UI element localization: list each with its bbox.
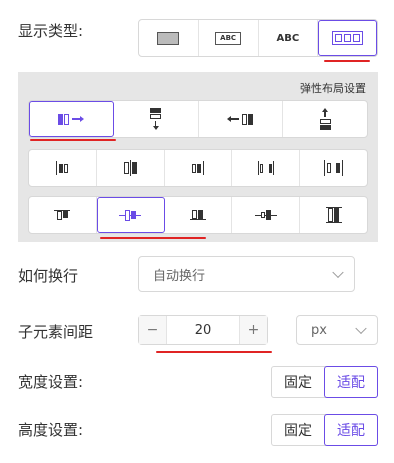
row-reverse-icon (227, 113, 254, 125)
align-baseline-option[interactable] (232, 197, 301, 233)
direction-row-option[interactable] (29, 101, 114, 137)
justify-end-option[interactable] (165, 150, 233, 186)
flex-display-icon (332, 31, 364, 45)
height-fixed-option[interactable]: 固定 (272, 415, 324, 445)
wrap-dropdown[interactable]: 自动换行 (138, 256, 355, 292)
width-fixed-option[interactable]: 固定 (272, 367, 324, 397)
column-icon (150, 108, 162, 130)
align-items-selector (28, 196, 368, 234)
flex-direction-selector (28, 100, 368, 138)
annotation-underline (30, 139, 116, 141)
column-reverse-icon (319, 108, 331, 130)
direction-column-option[interactable] (114, 101, 199, 137)
align-stretch-icon (325, 207, 342, 223)
decrement-button[interactable]: − (139, 316, 167, 344)
display-inline-block-option[interactable]: ABC (199, 20, 259, 56)
align-end-icon (189, 210, 206, 220)
unit-value: px (311, 322, 327, 338)
display-block-option[interactable] (139, 20, 199, 56)
gap-input[interactable]: 20 (167, 316, 239, 344)
flex-settings-panel: 弹性布局设置 (18, 72, 378, 242)
justify-space-between-option[interactable] (232, 150, 301, 186)
height-fit-option[interactable]: 适配 (324, 414, 378, 446)
justify-space-around-option[interactable] (300, 150, 367, 186)
display-type-label: 显示类型: (18, 22, 84, 40)
wrap-value: 自动换行 (153, 268, 206, 284)
increment-button[interactable]: + (239, 316, 267, 344)
align-center-icon (119, 209, 142, 221)
height-label: 高度设置: (18, 421, 84, 439)
chevron-down-icon (355, 322, 367, 335)
height-toggle: 固定 适配 (271, 414, 378, 446)
justify-start-icon (56, 161, 69, 175)
inline-display-icon: ABC (276, 32, 300, 44)
display-inline-option[interactable]: ABC (259, 20, 319, 56)
display-type-selector: ABC ABC (138, 19, 378, 57)
align-end-option[interactable] (165, 197, 233, 233)
annotation-underline (324, 60, 370, 62)
flex-panel-title: 弹性布局设置 (300, 82, 366, 95)
unit-dropdown[interactable]: px (296, 315, 378, 345)
gap-label: 子元素间距 (18, 323, 94, 341)
width-fit-option[interactable]: 适配 (324, 366, 378, 398)
block-display-icon (157, 31, 180, 45)
justify-content-selector (28, 149, 368, 187)
gap-stepper: − 20 + (138, 315, 268, 345)
align-start-icon (54, 210, 71, 220)
align-start-option[interactable] (29, 197, 97, 233)
align-stretch-option[interactable] (300, 197, 367, 233)
justify-space-around-icon (324, 160, 344, 176)
inline-block-display-icon: ABC (215, 31, 242, 45)
direction-column-reverse-option[interactable] (283, 101, 367, 137)
row-icon (57, 113, 84, 125)
direction-row-reverse-option[interactable] (199, 101, 284, 137)
annotation-underline (100, 237, 206, 239)
annotation-underline (156, 351, 272, 353)
width-toggle: 固定 适配 (271, 366, 378, 398)
display-flex-option[interactable] (318, 20, 377, 56)
width-label: 宽度设置: (18, 373, 84, 391)
justify-center-icon (123, 160, 137, 176)
align-baseline-icon (254, 210, 277, 220)
justify-space-between-icon (257, 161, 274, 175)
justify-start-option[interactable] (29, 150, 97, 186)
wrap-label: 如何换行 (18, 267, 79, 285)
chevron-down-icon (332, 266, 344, 279)
align-center-option[interactable] (96, 197, 165, 233)
justify-center-option[interactable] (97, 150, 165, 186)
justify-end-icon (191, 161, 204, 175)
